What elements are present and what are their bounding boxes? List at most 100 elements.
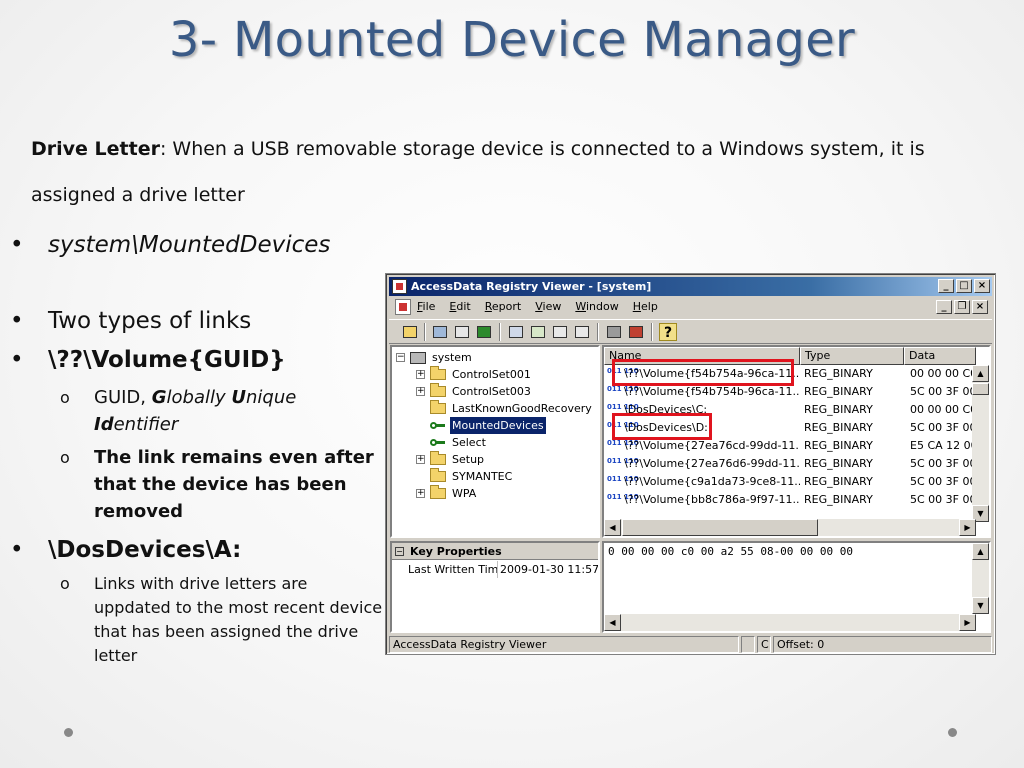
hex-vertical-scrollbar[interactable]: ▲ ▼ <box>972 543 989 614</box>
minimize-button[interactable]: _ <box>938 279 954 293</box>
scroll-left-button[interactable]: ◀ <box>604 614 621 631</box>
column-data[interactable]: Data <box>904 347 976 365</box>
table-row[interactable]: 011 110 \??\Volume{bb8c786a-9f97-11... REG… <box>604 491 976 509</box>
hex-horizontal-scrollbar[interactable]: ◀ ▶ <box>604 614 976 631</box>
bullet-glyph: • <box>10 537 24 563</box>
tree-label: system <box>432 351 472 364</box>
cell-data: 5C 00 3F 00 <box>910 475 976 488</box>
table-row[interactable]: 011 110 \??\Volume{c9a1da73-9ce8-11... REG… <box>604 473 976 491</box>
cell-type: REG_BINARY <box>804 457 873 470</box>
expand-toggle[interactable]: + <box>416 455 425 464</box>
cell-type: REG_BINARY <box>804 385 873 398</box>
guid-part: nique <box>246 387 297 408</box>
cell-data: 5C 00 3F 00 <box>910 457 976 470</box>
slide-title: 3- Mounted Device Manager <box>168 12 856 68</box>
expand-toggle[interactable]: + <box>416 370 425 379</box>
scroll-down-button[interactable]: ▼ <box>972 597 989 614</box>
scroll-right-button[interactable]: ▶ <box>959 519 976 536</box>
app-icon <box>392 279 407 294</box>
cell-data: 5C 00 3F 00 <box>910 421 976 434</box>
scroll-thumb[interactable] <box>622 519 818 536</box>
guid-part: GUID, <box>94 387 152 408</box>
vertical-scrollbar[interactable]: ▲ ▼ <box>972 365 989 522</box>
menu-view[interactable]: View <box>535 300 561 313</box>
menu-label: ile <box>422 300 436 313</box>
guid-part: G <box>151 387 167 408</box>
guid-part: Id <box>94 414 114 435</box>
sub-glyph: o <box>60 574 70 593</box>
computer-icon <box>410 352 426 364</box>
status-app: AccessData Registry Viewer <box>389 636 739 653</box>
menu-help[interactable]: Help <box>633 300 658 313</box>
tree-label: ControlSet003 <box>452 385 531 398</box>
toolbar: ? <box>389 319 992 344</box>
guid-part: U <box>231 387 247 408</box>
key-icon[interactable] <box>475 323 493 341</box>
toolbar-separator <box>651 323 653 341</box>
collapse-toggle[interactable]: − <box>396 353 405 362</box>
tree-label: Select <box>452 436 486 449</box>
hex-line: 0 00 00 00 c0 00 a2 55 08-00 00 00 00 <box>608 545 854 558</box>
status-c: C <box>757 636 771 653</box>
menu-file[interactable]: File <box>417 300 435 313</box>
sub-dos-text: Links with drive letters are uppdated to… <box>94 574 383 665</box>
child-close-button[interactable]: × <box>972 300 988 314</box>
scroll-right-button[interactable]: ▶ <box>959 614 976 631</box>
status-indicator <box>741 636 755 653</box>
column-type[interactable]: Type <box>800 347 904 365</box>
key-properties-header[interactable]: − Key Properties <box>392 543 598 560</box>
property-key: Last Written Time <box>408 561 498 578</box>
sub-glyph: o <box>60 448 70 467</box>
cell-data: E5 CA 12 00 <box>910 439 976 452</box>
expand-toggle[interactable]: + <box>416 387 425 396</box>
folder-icon <box>430 400 446 414</box>
menu-window[interactable]: Window <box>575 300 618 313</box>
toolbar-separator <box>597 323 599 341</box>
scroll-up-button[interactable]: ▲ <box>972 543 989 560</box>
child-restore-button[interactable]: ❐ <box>954 300 970 314</box>
scroll-thumb[interactable] <box>972 383 989 395</box>
maximize-button[interactable]: □ <box>956 279 972 293</box>
child-minimize-button[interactable]: _ <box>936 300 952 314</box>
table-row[interactable]: 011 110 \??\Volume{27ea76d6-99dd-11... REG… <box>604 455 976 473</box>
menu-accel: H <box>632 300 642 313</box>
scroll-up-button[interactable]: ▲ <box>972 365 989 382</box>
disconnect-icon[interactable] <box>605 323 623 341</box>
pager-dot-left <box>64 728 73 737</box>
cell-type: REG_BINARY <box>804 475 873 488</box>
highlight-volume-guid <box>612 359 794 386</box>
edit-report-icon[interactable] <box>551 323 569 341</box>
mdi-buttons: _ ❐ × <box>936 300 988 314</box>
bullet-glyph: • <box>10 232 24 258</box>
menu-report[interactable]: Report <box>485 300 521 313</box>
scroll-left-button[interactable]: ◀ <box>604 519 621 536</box>
menu-edit[interactable]: Edit <box>449 300 470 313</box>
tree-label: LastKnownGoodRecovery <box>452 402 592 415</box>
computer-icon[interactable] <box>431 323 449 341</box>
hex-view: 0 00 00 00 c0 00 a2 55 08-00 00 00 00 ▲ … <box>602 541 991 633</box>
help-icon[interactable]: ? <box>659 323 677 341</box>
report-icon[interactable] <box>529 323 547 341</box>
collapse-toggle[interactable]: − <box>395 547 404 556</box>
document-icon[interactable] <box>395 299 411 315</box>
window-titlebar[interactable]: AccessData Registry Viewer - [system] _ … <box>389 277 992 296</box>
bullet-text: system\MountedDevices <box>48 232 331 258</box>
bullet-glyph: • <box>10 308 24 334</box>
close-button[interactable]: × <box>974 279 990 293</box>
sub-remains-text: The link remains even after that the dev… <box>94 447 374 522</box>
toolbar-separator <box>424 323 426 341</box>
expand-toggle[interactable]: + <box>416 489 425 498</box>
menu-label: dit <box>456 300 471 313</box>
cell-type: REG_BINARY <box>804 367 873 380</box>
sub-glyph: o <box>60 388 70 407</box>
horizontal-scrollbar[interactable]: ◀ ▶ <box>604 519 976 536</box>
key-icon <box>430 437 446 448</box>
export-icon[interactable] <box>507 323 525 341</box>
menu-label: eport <box>491 300 522 313</box>
open-folder-icon[interactable] <box>401 323 419 341</box>
cell-name: \??\Volume{bb8c786a-9f97-11... <box>624 493 800 506</box>
menu-label: elp <box>641 300 658 313</box>
properties-icon[interactable] <box>573 323 591 341</box>
find-icon[interactable] <box>453 323 471 341</box>
dongle-icon[interactable] <box>627 323 645 341</box>
